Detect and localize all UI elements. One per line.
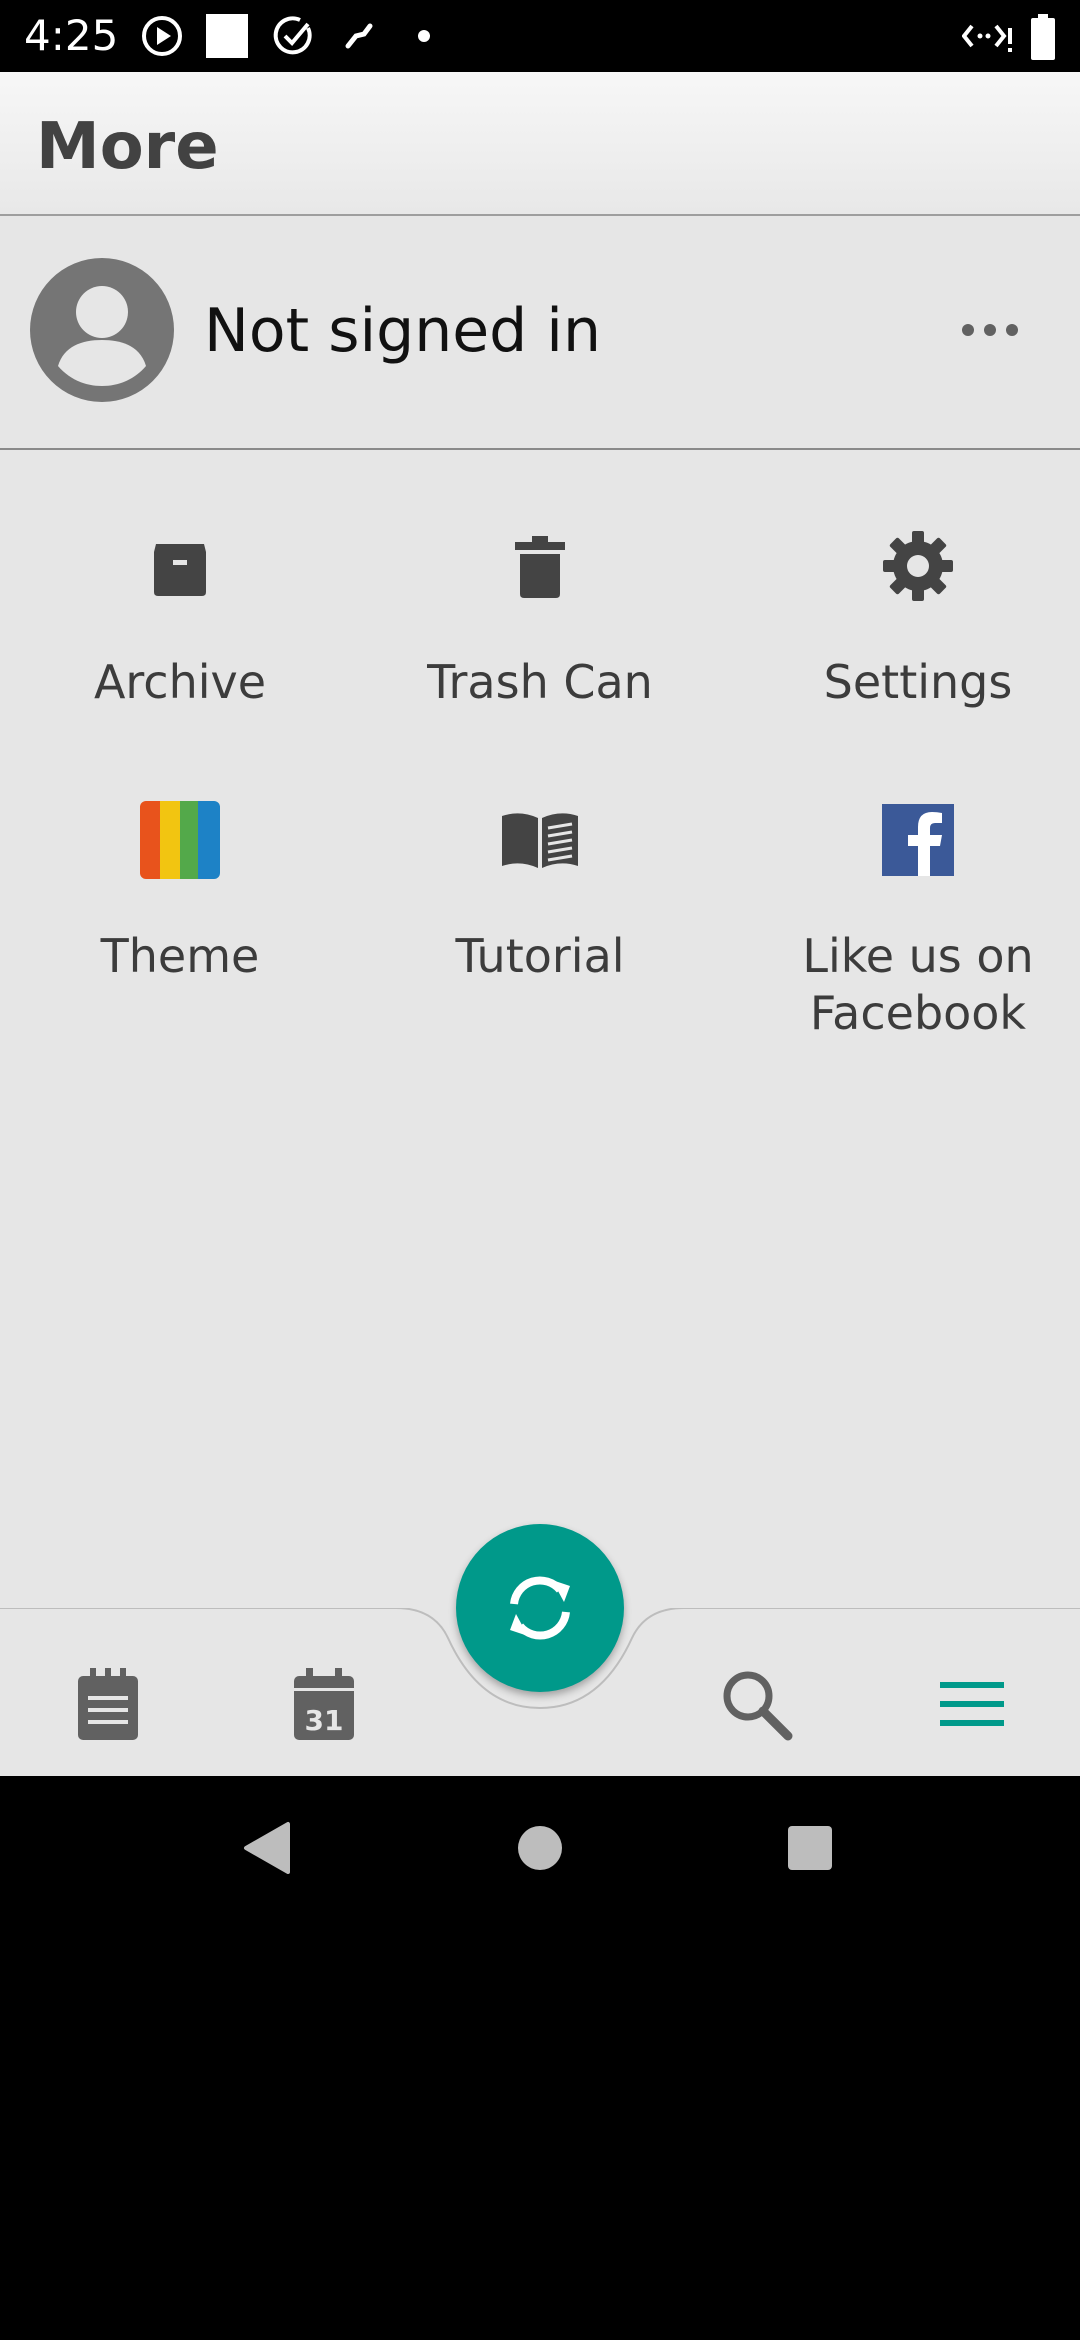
menu-icon[interactable] <box>932 1664 1012 1744</box>
home-icon[interactable] <box>516 1820 564 1876</box>
white-square-icon <box>206 14 248 58</box>
notes-icon[interactable] <box>68 1664 148 1744</box>
trash-can-label: Trash Can <box>427 655 653 709</box>
calendar-day-number: 31 <box>305 1704 344 1737</box>
facebook-icon <box>882 804 954 876</box>
page-title: More <box>36 110 219 184</box>
archive-label: Archive <box>93 655 267 709</box>
more-horizontal-icon[interactable] <box>958 306 1022 354</box>
vibrate-signal-icon <box>962 24 1012 52</box>
settings-label: Settings <box>823 655 1013 709</box>
account-name: Not signed in <box>204 296 602 366</box>
facebook-label-line1: Like us on <box>802 929 1034 983</box>
theme-label: Theme <box>100 929 260 983</box>
dot-icon <box>418 30 430 42</box>
archive-icon <box>154 544 206 596</box>
search-icon[interactable] <box>716 1664 796 1744</box>
check-circle-icon <box>273 16 312 55</box>
theme-button[interactable]: Theme <box>0 800 360 1050</box>
tutorial-label: Tutorial <box>455 929 625 983</box>
trash-can-button[interactable]: Trash Can <box>360 526 720 776</box>
settings-button[interactable]: Settings <box>738 526 1080 776</box>
archive-button[interactable]: Archive <box>0 526 360 776</box>
screen: 4:25 More Not signed in Archive Trash Ca… <box>0 0 1080 2340</box>
status-bar: 4:25 <box>0 0 1080 72</box>
sync-button[interactable] <box>456 1524 624 1692</box>
play-circle-icon <box>142 16 182 56</box>
trash-icon <box>515 536 565 598</box>
facebook-button[interactable]: Like us on Facebook <box>738 800 1080 1100</box>
battery-icon <box>1031 14 1055 60</box>
account-circle-icon <box>30 258 174 402</box>
app-bar: More <box>0 72 1080 216</box>
back-icon[interactable] <box>242 1820 292 1876</box>
recents-icon[interactable] <box>786 1820 834 1876</box>
open-book-icon <box>502 813 578 868</box>
account-row[interactable]: Not signed in <box>0 218 1080 450</box>
app-content: More Not signed in Archive Trash Can Set… <box>0 72 1080 1776</box>
tutorial-button[interactable]: Tutorial <box>360 800 720 1050</box>
system-nav-bar <box>0 1776 1080 1920</box>
color-stripes-icon <box>140 801 220 879</box>
gear-icon <box>883 531 953 601</box>
calendar-icon[interactable]: 31 <box>284 1664 364 1744</box>
fan-icon <box>345 23 373 49</box>
facebook-label-line2: Facebook <box>809 986 1027 1040</box>
sync-icon <box>510 1576 570 1640</box>
status-time: 4:25 <box>24 11 119 60</box>
